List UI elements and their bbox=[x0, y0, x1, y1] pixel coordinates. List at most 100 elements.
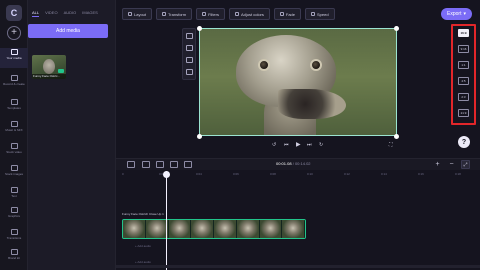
ruler-tick: 0:06 bbox=[233, 172, 239, 176]
timeline-ruler[interactable]: 0 0:02 0:04 0:06 0:08 0:10 0:12 0:14 0:16 0:18 bbox=[116, 171, 480, 179]
playhead-handle[interactable] bbox=[163, 171, 170, 178]
add-button[interactable]: + bbox=[7, 26, 21, 40]
rail-item-transitions[interactable]: Transitions bbox=[0, 228, 28, 248]
zoom-out-button[interactable]: − bbox=[447, 160, 456, 169]
export-label: Export bbox=[447, 11, 462, 17]
resize-handle-br[interactable] bbox=[394, 134, 399, 139]
crop-icon[interactable] bbox=[186, 33, 193, 39]
speed-button[interactable]: Speed bbox=[305, 8, 335, 20]
pip-icon[interactable] bbox=[186, 57, 193, 63]
ruler-tick: 0:12 bbox=[344, 172, 350, 176]
skip-forward-icon[interactable]: ⏭ bbox=[307, 142, 312, 148]
ratio-4-5[interactable]: 4:5 bbox=[458, 77, 469, 85]
duplicate-icon[interactable] bbox=[184, 161, 192, 168]
add-audio-track[interactable]: + Add audio bbox=[135, 244, 151, 248]
help-button[interactable]: ? bbox=[458, 136, 470, 148]
ruler-tick: 0:08 bbox=[270, 172, 276, 176]
rail-item-label: Stock video bbox=[6, 150, 22, 154]
ostrich-eye-left bbox=[258, 59, 270, 71]
rail-item-label: Graphics bbox=[7, 214, 20, 218]
total-time: 00:14 bbox=[294, 161, 305, 166]
fit-timeline-button[interactable]: ⤢ bbox=[461, 160, 470, 169]
rail-item-label: Your media bbox=[6, 56, 22, 60]
app-logo[interactable]: C bbox=[6, 5, 22, 21]
filters-button[interactable]: Filters bbox=[196, 8, 225, 20]
aspect-ratio-panel: 16:9 9:16 1:1 4:5 2:3 21:9 bbox=[451, 24, 476, 125]
tab-audio[interactable]: AUDIO bbox=[64, 10, 77, 17]
ruler-tick: 0:04 bbox=[196, 172, 202, 176]
split-icon[interactable] bbox=[156, 161, 164, 168]
fill-icon[interactable] bbox=[186, 45, 193, 51]
timecode: 00:01.08 / 00:14.02 bbox=[276, 161, 311, 166]
rail-item-label: Music & SFX bbox=[5, 128, 23, 132]
clip-frame bbox=[236, 220, 260, 238]
timeline-scrollbar[interactable] bbox=[116, 265, 480, 268]
media-tabs: ALL VIDEO AUDIO IMAGES bbox=[32, 10, 98, 17]
speed-label: Speed bbox=[317, 11, 329, 17]
rail-item-label: Templates bbox=[7, 106, 21, 110]
rail-item-icon bbox=[10, 99, 18, 105]
forward-5s-icon[interactable]: ↻ bbox=[319, 142, 323, 148]
rail-item-icon bbox=[10, 49, 18, 55]
tab-video[interactable]: VIDEO bbox=[45, 10, 57, 17]
rail-item-stock-images[interactable]: Stock images bbox=[0, 164, 28, 184]
layout-label: Layout bbox=[134, 11, 147, 17]
adjust-colors-label: Adjust colors bbox=[240, 11, 264, 17]
rail-item-icon bbox=[10, 249, 18, 255]
rotate-icon[interactable] bbox=[186, 69, 193, 75]
resize-handle-bl[interactable] bbox=[197, 134, 202, 139]
play-button[interactable]: ▶ bbox=[296, 141, 301, 148]
edit-toolbar: Layout Transform Filters Adjust colors F… bbox=[122, 8, 335, 20]
export-button[interactable]: Export ▾ bbox=[441, 8, 472, 20]
rail-item-text[interactable]: Text bbox=[0, 186, 28, 206]
tab-images[interactable]: IMAGES bbox=[82, 10, 98, 17]
ratio-2-3[interactable]: 2:3 bbox=[458, 93, 469, 101]
rail-item-icon bbox=[10, 75, 18, 81]
ruler-tick: 0:10 bbox=[307, 172, 313, 176]
fullscreen-icon[interactable]: ⛶ bbox=[389, 142, 393, 148]
layout-button[interactable]: Layout bbox=[122, 8, 153, 20]
transform-label: Transform bbox=[168, 11, 187, 17]
transform-button[interactable]: Transform bbox=[156, 8, 193, 20]
rail-item-icon bbox=[10, 207, 18, 213]
undo-icon[interactable] bbox=[127, 161, 135, 168]
tab-all[interactable]: ALL bbox=[32, 10, 40, 17]
rail-item-music-sfx[interactable]: Music & SFX bbox=[0, 120, 28, 140]
video-clip[interactable] bbox=[122, 219, 306, 239]
add-audio-track-2[interactable]: + Add audio bbox=[135, 260, 151, 264]
video-preview[interactable] bbox=[199, 28, 397, 136]
add-icon: + bbox=[11, 27, 17, 38]
skip-back-icon[interactable]: ⏮ bbox=[284, 142, 289, 148]
ratio-21-9[interactable]: 21:9 bbox=[458, 109, 469, 117]
rail-item-icon bbox=[10, 229, 18, 235]
zoom-in-button[interactable]: + bbox=[433, 160, 442, 169]
playhead[interactable] bbox=[166, 171, 167, 270]
ratio-16-9[interactable]: 16:9 bbox=[458, 29, 469, 37]
fade-button[interactable]: Fade bbox=[273, 8, 302, 20]
rail-item-templates[interactable]: Templates bbox=[0, 98, 28, 118]
delete-icon[interactable] bbox=[170, 161, 178, 168]
rail-item-icon bbox=[10, 121, 18, 127]
rail-item-graphics[interactable]: Graphics bbox=[0, 206, 28, 226]
adjust-colors-button[interactable]: Adjust colors bbox=[228, 8, 270, 20]
speed-icon bbox=[311, 12, 316, 16]
ratio-9-16[interactable]: 9:16 bbox=[458, 45, 469, 53]
redo-icon[interactable] bbox=[142, 161, 150, 168]
ratio-1-1[interactable]: 1:1 bbox=[458, 61, 469, 69]
rewind-5s-icon[interactable]: ↺ bbox=[272, 142, 276, 148]
rail-item-icon bbox=[10, 143, 18, 149]
fade-label: Fade bbox=[285, 11, 296, 17]
clip-label: Funny Face Ostrich Close Up 1 bbox=[122, 212, 164, 216]
rail-item-stock-video[interactable]: Stock video bbox=[0, 142, 28, 162]
ostrich-eye-right bbox=[310, 59, 322, 71]
rail-item-brand-kit[interactable]: Brand kit bbox=[0, 248, 28, 268]
resize-handle-tl[interactable] bbox=[197, 26, 202, 31]
filters-icon bbox=[202, 12, 207, 16]
add-media-button[interactable]: Add media bbox=[28, 24, 108, 38]
rail-item-your-media[interactable]: Your media bbox=[0, 48, 28, 68]
resize-handle-tr[interactable] bbox=[394, 26, 399, 31]
ruler-tick: 0 bbox=[122, 172, 124, 176]
media-thumbnail[interactable]: Funny Face Ostric... bbox=[32, 55, 66, 79]
media-title: Funny Face Ostric... bbox=[32, 74, 66, 79]
rail-item-record-create[interactable]: Record & create bbox=[0, 74, 28, 94]
